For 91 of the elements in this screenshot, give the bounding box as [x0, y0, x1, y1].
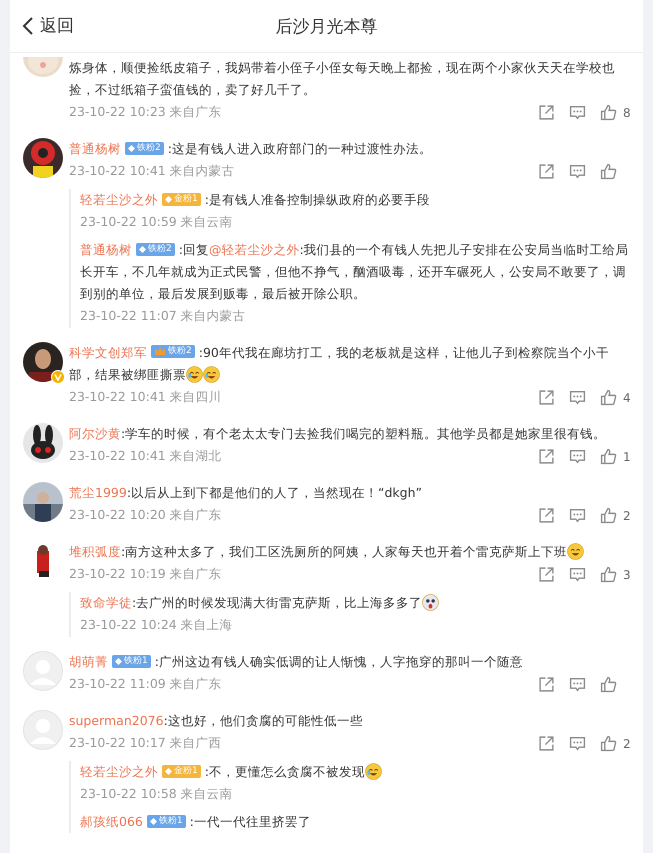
share-icon[interactable] — [538, 389, 555, 406]
back-link[interactable]: 返回 — [22, 14, 74, 37]
comment-icon[interactable] — [569, 735, 586, 752]
diamond-icon — [139, 246, 146, 253]
fan-badge: 铁粉1 — [112, 655, 151, 668]
comment-time: 23-10-22 10:23 来自广东 — [69, 104, 222, 121]
diamond-icon — [128, 145, 135, 152]
fan-badge: 铁粉2 — [136, 243, 175, 256]
like-icon[interactable] — [600, 676, 617, 693]
comment-icon[interactable] — [569, 448, 586, 465]
user-name-link[interactable]: 轻若尘沙之外 — [80, 192, 158, 207]
comment-icon[interactable] — [569, 507, 586, 524]
share-icon[interactable] — [538, 104, 555, 121]
reply-time: 23-10-22 10:59 来自云南 — [80, 214, 233, 231]
like-count: 2 — [623, 508, 631, 522]
like-icon[interactable] — [600, 507, 617, 524]
comment-icon[interactable] — [569, 566, 586, 583]
page-title: 后沙月光本尊 — [276, 16, 378, 38]
comment-time: 23-10-22 10:17 来自广西 — [69, 735, 222, 752]
user-name-link[interactable]: 郝孩纸066 — [80, 814, 143, 829]
comment-text: 胡萌菁 铁粉1 :广州这边有钱人确实低调的让人惭愧，人字拖穿的那叫一个随意 — [69, 653, 524, 671]
comment-time: 23-10-22 10:41 来自四川 — [69, 389, 222, 406]
like-count: 4 — [623, 390, 631, 404]
diamond-icon — [165, 196, 172, 203]
comment-text: 科学文创郑军 铁粉2 :90年代我在廊坊打工，我的老板就是这样，让他儿子到检察院当个小干部，结果被绑匪撕票 — [69, 344, 610, 385]
fan-badge: 铁粉2 — [125, 142, 164, 155]
comment-time: 23-10-22 10:41 来自湖北 — [69, 448, 222, 465]
diamond-icon — [150, 818, 157, 825]
laugh-emoji-icon — [567, 543, 584, 560]
user-name-link[interactable]: 轻若尘沙之外 — [80, 764, 158, 779]
like-icon[interactable] — [600, 389, 617, 406]
comment-icon[interactable] — [569, 676, 586, 693]
reply-time: 23-10-22 10:58 来自云南 — [80, 786, 233, 803]
like-icon[interactable] — [600, 163, 617, 180]
like-count: 8 — [623, 106, 631, 120]
cry-emoji-icon — [203, 366, 220, 383]
verified-badge-icon — [51, 370, 65, 384]
user-name-link[interactable]: 普通杨树 — [80, 242, 132, 257]
user-name-link[interactable]: 普通杨树 — [69, 141, 121, 156]
user-name-link[interactable]: 堆积弧度 — [69, 544, 121, 559]
diamond-icon — [115, 658, 122, 665]
comment-time: 23-10-22 11:09 来自广东 — [69, 676, 222, 693]
comment-text: 荒尘1999:以后从上到下都是他们的人了，当然现在！“dkgh” — [69, 484, 424, 502]
share-icon[interactable] — [538, 735, 555, 752]
comment-text: 普通杨树 铁粉2 :这是有钱人进入政府部门的一种过渡性办法。 — [69, 140, 433, 158]
cry-emoji-icon — [186, 366, 203, 383]
mention-link[interactable]: @轻若尘沙之外 — [208, 242, 300, 257]
reply-text: 轻若尘沙之外 金粉1 :不，更懂怎么贪腐不被发现 — [80, 761, 631, 783]
share-icon[interactable] — [538, 566, 555, 583]
comment-text: 炼身体，顺便捡纸皮箱子，我妈带着小侄子小侄女每天晚上都捡，现在两个小家伙天天在学校也捡，不过纸箱子蛮值钱的，卖了好几千了。 — [69, 59, 616, 99]
fan-badge: 铁粉2 — [151, 344, 195, 358]
like-icon[interactable] — [600, 448, 617, 465]
user-name-link[interactable]: superman2076 — [69, 713, 164, 728]
fan-badge: 金粉1 — [162, 193, 201, 206]
user-name-link[interactable]: 胡萌菁 — [69, 654, 108, 669]
user-name-link[interactable]: 荒尘1999 — [69, 485, 127, 500]
comment-icon[interactable] — [569, 163, 586, 180]
share-icon[interactable] — [538, 507, 555, 524]
user-name-link[interactable]: 科学文创郑军 — [69, 345, 147, 360]
shock-emoji-icon — [422, 594, 440, 611]
comment-text: superman2076:这也好，他们贪腐的可能性低一些 — [69, 712, 364, 730]
like-count: 1 — [623, 450, 631, 464]
like-icon[interactable] — [600, 104, 617, 121]
user-name-link[interactable]: 致命学徒 — [80, 595, 132, 610]
crown-icon — [154, 346, 166, 356]
comment-time: 23-10-22 10:19 来自广东 — [69, 566, 222, 583]
like-icon[interactable] — [600, 735, 617, 752]
reply-time: 23-10-22 11:07 来自内蒙古 — [80, 308, 246, 325]
fan-badge: 铁粉1 — [146, 815, 186, 828]
user-name-link[interactable]: 阿尔沙黄 — [69, 426, 121, 441]
comment-icon[interactable] — [569, 104, 586, 121]
back-icon — [22, 16, 34, 36]
reply-text: 致命学徒:去广州的时候发现满大街雷克萨斯，比上海多多了 — [80, 592, 631, 614]
like-count: 3 — [623, 568, 631, 582]
diamond-icon — [165, 768, 172, 775]
comment-text: 堆积弧度:南方这种太多了，我们工区洗厕所的阿姨，人家每天也开着个雷克萨斯上下班 — [69, 541, 631, 563]
share-icon[interactable] — [538, 448, 555, 465]
comment-time: 23-10-22 10:41 来自内蒙古 — [69, 163, 235, 180]
share-icon[interactable] — [538, 163, 555, 180]
cry-emoji-icon — [364, 763, 382, 780]
like-count: 2 — [623, 736, 631, 750]
reply-text: 轻若尘沙之外 金粉1 :是有钱人准备控制操纵政府的必要手段 — [80, 191, 431, 209]
comment-icon[interactable] — [569, 389, 586, 406]
comment-text: 阿尔沙黄:学车的时候，有个老太太专门去捡我们喝完的塑料瓶。其他学员都是她家里很有钱。 — [69, 425, 608, 443]
share-icon[interactable] — [538, 676, 555, 693]
reply-text: 普通杨树 铁粉2 :回复@轻若尘沙之外:我们县的一个有钱人先把儿子安排在公安局当临时工给局长开车，不几年就成为正式民警，但他不挣气，酗酒吸毒，还开车碾死人，公安局不敢要了，调到别的单位，最后发展到贩毒，最后被开除公职。 — [80, 241, 630, 303]
reply-text: 郝孩纸066 铁粉1 :一代一代往里挤罢了 — [80, 813, 312, 831]
comment-time: 23-10-22 10:20 来自广东 — [69, 507, 222, 524]
reply-time: 23-10-22 10:24 来自上海 — [80, 617, 233, 634]
fan-badge: 金粉1 — [162, 765, 201, 778]
like-icon[interactable] — [600, 566, 617, 583]
